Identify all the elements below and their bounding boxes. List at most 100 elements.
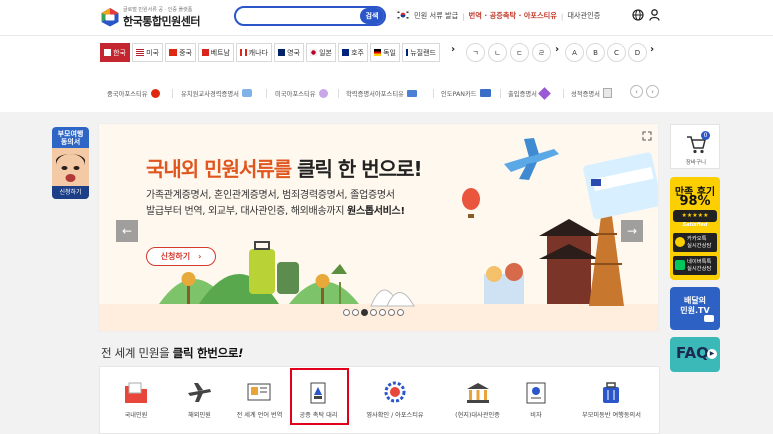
service-translation[interactable]: 전 세계 언어 번역: [227, 367, 292, 434]
alpha-next-arrow-icon[interactable]: ›: [650, 44, 654, 55]
germany-flag-icon: [374, 49, 382, 56]
quick-link-label: 미국아포스티유: [275, 90, 316, 98]
country-tab-uk[interactable]: 영국: [274, 43, 304, 62]
country-tab-korea[interactable]: 한국: [100, 43, 130, 62]
review-satisfied-label: Satisfied: [682, 222, 708, 228]
quick-link-transcript[interactable]: 성적증명서: [571, 85, 612, 101]
kakao-chat-button[interactable]: 카카오톡 실시간상담: [673, 233, 717, 252]
fullscreen-icon[interactable]: [642, 131, 652, 141]
slide-dot[interactable]: [361, 309, 368, 316]
apply-button-label: 신청하기: [160, 252, 191, 261]
country-tab-new-zealand[interactable]: 뉴질랜드: [402, 43, 440, 62]
nav-translation-link[interactable]: 번역 · 공증촉탁 · 아포스티유: [469, 11, 557, 21]
quick-link-entry-certificate[interactable]: 출입증명서: [508, 85, 551, 101]
section-title: 전 세계 민원을 클릭 한번으로!: [101, 345, 243, 361]
australia-flag-icon: [342, 49, 350, 56]
gear-certificate-icon: [384, 381, 406, 403]
country-tab-usa[interactable]: 미국: [132, 43, 163, 62]
document-icon: [602, 88, 612, 98]
logo-icon[interactable]: [100, 7, 120, 27]
document-translate-icon: [247, 383, 271, 401]
parent-consent-badge[interactable]: 부모여행 동의서 신청하기: [52, 127, 89, 199]
service-visa[interactable]: 비자: [510, 367, 562, 434]
search-box: 검색: [234, 6, 386, 26]
banner-line2-prefix: 발급부터 번역, 외교부, 대사관인증, 해외배송까지: [146, 206, 345, 217]
luggage-icon: [603, 382, 619, 403]
review-percent: 98%: [679, 194, 711, 209]
country-next-arrow-icon[interactable]: ›: [451, 44, 455, 55]
usa-flag-icon: [136, 49, 145, 56]
minwon-tv-button[interactable]: 배달의 민원.TV: [670, 287, 720, 330]
user-icon[interactable]: [649, 9, 660, 21]
letter-filter-b[interactable]: B: [586, 43, 605, 62]
folder-icon: [125, 382, 147, 403]
service-apostille[interactable]: 영사확인 / 아포스티유: [345, 367, 445, 434]
country-tab-label: 일본: [319, 48, 332, 57]
letter-filter-digeut[interactable]: ㄷ: [510, 43, 529, 62]
letter-filter-a[interactable]: A: [565, 43, 584, 62]
slide-dot[interactable]: [343, 309, 350, 316]
building-icon: [241, 89, 252, 97]
selection-highlight: [290, 368, 349, 425]
korea-flag-icon: [104, 49, 112, 56]
service-label: 비자: [530, 412, 542, 419]
service-label: 영사확인 / 아포스티유: [366, 412, 424, 419]
quick-link-india-pan-card[interactable]: 인도PAN카드: [441, 85, 491, 101]
badge-line1: 부모여행: [57, 130, 84, 138]
globe-icon[interactable]: [632, 9, 644, 21]
country-tab-canada[interactable]: 캐나다: [236, 43, 272, 62]
country-tab-australia[interactable]: 호주: [338, 43, 368, 62]
slide-dot[interactable]: [397, 309, 404, 316]
quick-link-education-apostille[interactable]: 학력증명서아포스티유: [346, 85, 417, 101]
letter-filter-c[interactable]: C: [607, 43, 626, 62]
quick-links-prev-icon[interactable]: ‹: [630, 85, 643, 98]
banner-apply-button[interactable]: 신청하기 ›: [146, 247, 216, 266]
slide-dot[interactable]: [370, 309, 377, 316]
airplane-icon: [188, 383, 211, 402]
banner-headline-part1: 국내외 민원서류를: [146, 157, 292, 181]
search-button[interactable]: 검색: [360, 8, 384, 24]
section-title-bold: 클릭 한번으로: [172, 346, 239, 360]
naver-sublabel: 실시간상담: [687, 266, 712, 272]
logo-title[interactable]: 한국통합민원센터: [123, 13, 200, 29]
slide-dot[interactable]: [352, 309, 359, 316]
service-label: 부모미동반 여행동의서: [582, 412, 641, 419]
country-tab-germany[interactable]: 독일: [370, 43, 400, 62]
slide-dot[interactable]: [379, 309, 386, 316]
quick-link-label: 유치원교사경력증명서: [181, 90, 239, 98]
quick-link-us-apostille[interactable]: 미국아포스티유: [275, 85, 328, 101]
divider: [172, 89, 173, 98]
slide-dot[interactable]: [388, 309, 395, 316]
search-input[interactable]: [236, 8, 362, 24]
divider: [338, 89, 339, 98]
quick-link-china-apostille[interactable]: 중국아포스티유: [107, 85, 160, 101]
badge-apply-button[interactable]: 신청하기: [52, 186, 89, 199]
cart-button[interactable]: 0 장바구니: [670, 124, 720, 169]
country-tab-japan[interactable]: 일본: [306, 43, 336, 62]
service-travel-consent[interactable]: 부모미동반 여행동의서: [562, 367, 661, 434]
quick-link-kindergarten-career[interactable]: 유치원교사경력증명서: [181, 85, 252, 101]
letter-filter-rieul[interactable]: ㄹ: [532, 43, 551, 62]
letter-filter-nieun[interactable]: ㄴ: [488, 43, 507, 62]
rating-stars-icon: ★★★★★: [673, 210, 717, 222]
nav-embassy-link[interactable]: 대사관인증: [567, 11, 600, 21]
divider: [433, 89, 434, 98]
satisfaction-review-card[interactable]: 만족 후기 98% ★★★★★ Satisfied 카카오톡 실시간상담 네이버…: [670, 177, 720, 280]
country-tab-label: 뉴질랜드: [410, 48, 436, 57]
letter-next-arrow-icon[interactable]: ›: [555, 44, 559, 55]
faq-button[interactable]: FAQ ▶: [670, 337, 720, 372]
nav-issue-link[interactable]: 민원 서류 발급: [414, 11, 458, 21]
country-tab-label: 베트남: [210, 48, 230, 57]
play-icon: ▶: [707, 349, 717, 359]
banner-prev-arrow-icon[interactable]: ←: [116, 220, 138, 242]
service-domestic[interactable]: 국내민원: [100, 367, 172, 434]
service-embassy-certification[interactable]: (현지)대사관인증: [445, 367, 510, 434]
letter-filter-d[interactable]: D: [628, 43, 647, 62]
naver-talk-button[interactable]: 네이버톡톡 실시간상담: [673, 256, 717, 275]
country-tab-china[interactable]: 중국: [165, 43, 196, 62]
service-overseas[interactable]: 해외민원: [172, 367, 227, 434]
letter-filter-giyeok[interactable]: ㄱ: [466, 43, 485, 62]
banner-next-arrow-icon[interactable]: →: [621, 220, 643, 242]
country-tab-vietnam[interactable]: 베트남: [198, 43, 234, 62]
quick-links-next-icon[interactable]: ›: [646, 85, 659, 98]
